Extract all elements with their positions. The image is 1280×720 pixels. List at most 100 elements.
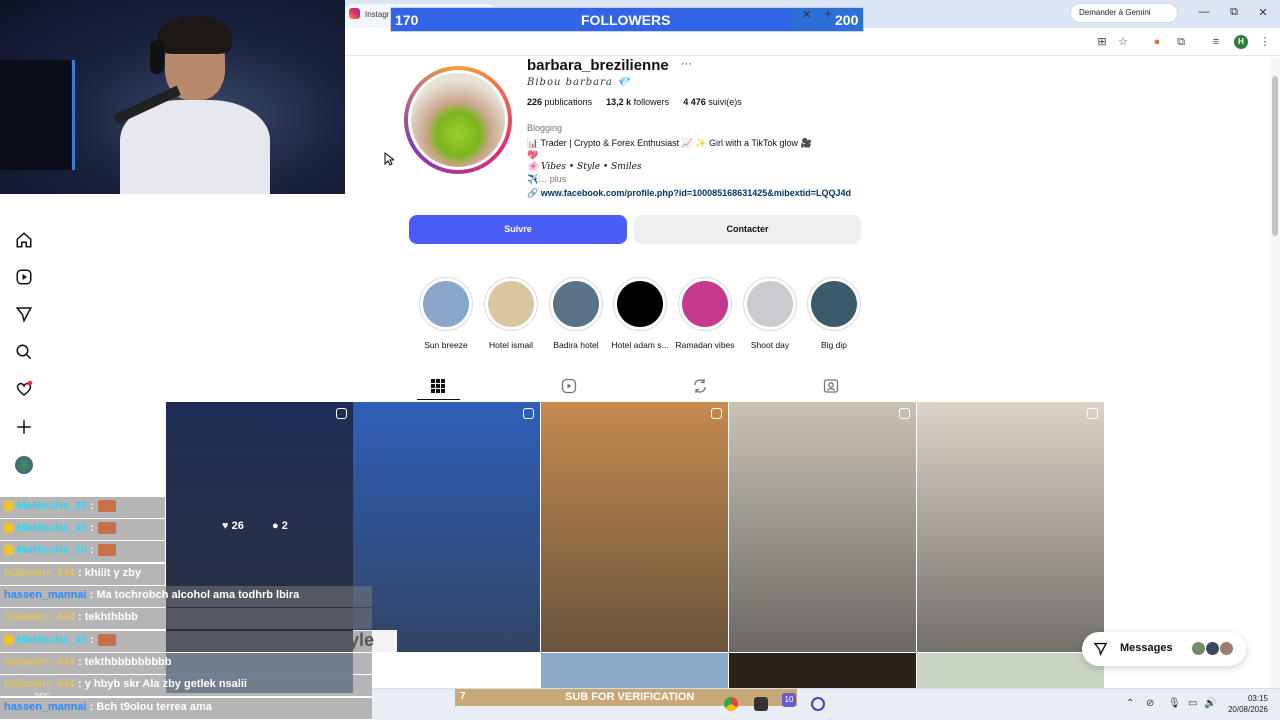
following-label[interactable]: suivi(e)s <box>708 97 742 107</box>
posts-grid-tab-icon[interactable] <box>430 378 446 394</box>
follow-button[interactable]: Suivre <box>409 215 627 244</box>
mouse-cursor-icon <box>384 152 394 166</box>
message-avatar <box>1219 641 1234 656</box>
contact-button[interactable]: Contacter <box>634 215 861 244</box>
bookmark-star-icon[interactable]: ☆ <box>1116 35 1130 49</box>
chat-username: MaMouNa_10 <box>17 522 88 534</box>
ask-gemini-button[interactable]: Demander à Gemini <box>1071 4 1177 22</box>
chat-message: hassen_mannai : Ma tochrobch alcohol ama… <box>0 586 372 607</box>
story-highlight[interactable]: Badira hotel <box>549 277 603 350</box>
direct-send-icon[interactable] <box>15 305 33 323</box>
story-highlight[interactable]: Shoot day <box>743 277 797 350</box>
more-options-icon[interactable]: ··· <box>681 58 692 70</box>
chat-message: MaMouNa_10 : <box>0 497 165 518</box>
chat-emote-icon <box>98 634 117 647</box>
taskbar-clock[interactable]: 03:15 20/08/2026 <box>1222 693 1268 715</box>
address-bar[interactable] <box>345 28 1280 56</box>
post-type-icon <box>1087 408 1098 419</box>
tagged-tab-icon[interactable] <box>823 378 839 394</box>
message-avatar <box>1205 641 1220 656</box>
post-tile[interactable] <box>353 653 540 693</box>
story-highlight[interactable]: Hotel adam s... <box>611 277 669 350</box>
profile-avatar[interactable] <box>408 70 508 170</box>
close-window-button[interactable]: ✕ <box>1256 6 1270 19</box>
notifications-heart-icon[interactable] <box>15 380 33 398</box>
browser-profile-avatar[interactable]: H <box>1234 35 1248 49</box>
chat-username: hassen_mannai <box>4 701 87 713</box>
highlight-cover <box>423 281 469 327</box>
search-icon[interactable] <box>15 343 33 361</box>
plus-icon: + <box>824 6 832 21</box>
minimize-button[interactable]: — <box>1197 6 1211 18</box>
story-highlight[interactable]: Big dip <box>807 277 861 350</box>
chat-message: m3amerr_444 : y hbyb skr Ala zby getlek … <box>0 675 372 696</box>
install-app-icon[interactable]: ⊞ <box>1095 35 1109 49</box>
post-tile[interactable] <box>541 653 728 693</box>
story-highlight[interactable]: Sun breeze <box>419 277 473 350</box>
post-tile[interactable]: yle <box>353 402 540 652</box>
profile-avatar-icon[interactable] <box>15 456 33 474</box>
volume-icon[interactable]: 🔊 <box>1204 698 1216 709</box>
scrollbar-thumb[interactable] <box>1272 76 1278 236</box>
network-icon[interactable]: ⊘ <box>1146 698 1154 709</box>
post-tile[interactable] <box>541 402 728 652</box>
headset-image <box>150 40 164 74</box>
crown-badge-icon <box>4 501 14 512</box>
posts-label: publications <box>544 97 593 107</box>
highlight-cover <box>747 281 793 327</box>
post-tile[interactable] <box>729 653 916 693</box>
posts-count: 226 <box>527 97 543 107</box>
likes-count: 26 <box>231 520 244 532</box>
app-circle-taskbar-icon[interactable] <box>811 697 825 711</box>
chat-message: MaMouNa_10 : <box>0 541 165 562</box>
profile-photo <box>411 73 505 167</box>
bio-more-link[interactable]: ✈️… plus <box>527 174 566 185</box>
tray-chevron-icon[interactable]: ⌃ <box>1126 698 1134 709</box>
webcam-feed <box>0 0 345 194</box>
post-tile[interactable] <box>729 402 916 652</box>
maximize-button[interactable]: ⧉ <box>1227 6 1241 19</box>
badge-taskbar-icon[interactable]: 10 <box>782 693 796 707</box>
story-highlight[interactable]: Ramadan vibes <box>675 277 735 350</box>
chat-text: : tekthbbbbbbbbb <box>78 656 172 668</box>
app-taskbar-icon[interactable] <box>754 697 768 711</box>
create-plus-icon[interactable] <box>15 418 33 436</box>
followers-count[interactable]: 13,2 k <box>606 97 631 107</box>
chat-username: m3amerr_444 <box>4 656 75 668</box>
battery-icon[interactable]: ▭ <box>1188 698 1197 709</box>
home-icon[interactable] <box>15 231 33 249</box>
reposts-tab-icon[interactable] <box>692 378 708 394</box>
reading-list-icon[interactable]: ≡ <box>1209 35 1223 49</box>
chat-emote-icon <box>98 500 117 513</box>
highlight-cover <box>682 281 728 327</box>
highlight-ring <box>613 277 667 331</box>
reels-tab-icon[interactable] <box>561 378 577 394</box>
sub-goal-count: 7 <box>460 691 466 702</box>
extension-icon[interactable]: ● <box>1150 35 1164 49</box>
microphone-icon[interactable]: 🎙 <box>1168 698 1181 709</box>
highlight-cover <box>617 281 663 327</box>
chat-username: MaMouNa_10 <box>17 634 88 646</box>
messages-label: Messages <box>1120 642 1173 654</box>
chat-text: : tekhthbbb <box>78 611 138 623</box>
chrome-taskbar-icon[interactable] <box>724 697 738 711</box>
crown-badge-icon <box>4 635 14 646</box>
bio-line-1: 📊 Trader | Crypto & Forex Enthusiast 📈 ✨… <box>527 138 812 148</box>
chat-message: m3amerr_444 : khiiit y zby <box>0 564 165 585</box>
chat-username: m3amerr_444 <box>4 611 75 623</box>
post-tile[interactable] <box>917 402 1104 652</box>
chat-message: m3amerr_444 : tekhthbbb <box>0 608 372 629</box>
reels-icon[interactable] <box>15 268 33 286</box>
post-type-icon <box>523 408 534 419</box>
browser-menu-icon[interactable]: ⋮ <box>1258 35 1272 49</box>
chat-text: : <box>90 634 95 646</box>
extensions-puzzle-icon[interactable]: ⧉ <box>1174 35 1188 49</box>
following-count[interactable]: 4 476 <box>683 97 706 107</box>
story-highlight[interactable]: Hotel ismail <box>484 277 538 350</box>
followers-link-label[interactable]: followers <box>634 97 670 107</box>
chat-emote-icon <box>98 522 117 535</box>
highlight-cover <box>811 281 857 327</box>
post-tile[interactable] <box>917 653 1104 693</box>
bio-external-link[interactable]: 🔗 www.facebook.com/profile.php?id=100085… <box>527 188 851 199</box>
weather-widget[interactable]: 24°C <box>34 693 50 700</box>
